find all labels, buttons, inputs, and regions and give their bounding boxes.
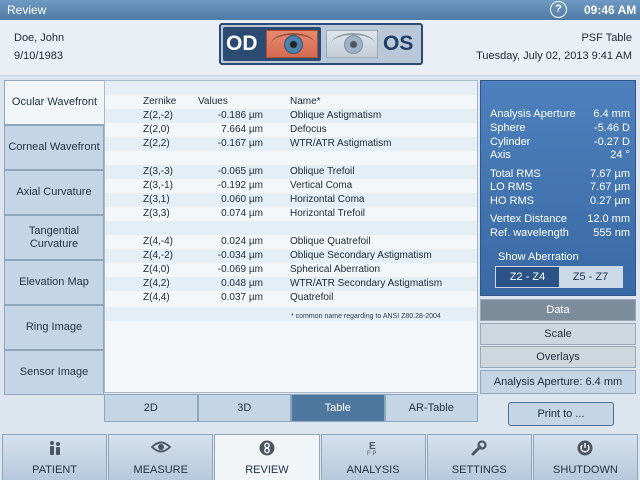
nav-patient[interactable]: PATIENT [2, 434, 108, 480]
help-icon[interactable]: ? [550, 1, 567, 18]
analysis-panel: Analysis Aperture 6.4 mm Sphere -5.46 D Cy… [480, 80, 636, 296]
tab-ring-image[interactable]: Ring Image [4, 305, 104, 350]
review-icon [215, 440, 318, 461]
header-values: Values [198, 96, 228, 107]
tab-elevation-map[interactable]: Elevation Map [4, 260, 104, 305]
table-row: Z(3,3) 0.074 µm Horizontal Trefoil [143, 208, 366, 219]
od-label: OD [226, 32, 258, 55]
od-iris-icon [284, 35, 303, 54]
title-bar: Review ? 09:46 AM [0, 0, 640, 20]
analysis-row: LO RMS 7.67 µm [490, 181, 630, 193]
data-button[interactable]: Data [480, 299, 636, 321]
patient-header: Doe, John 9/10/1983 OD OS PSF Table Tues… [0, 20, 640, 76]
header-zernike: Zernike [143, 96, 177, 107]
tab-3d[interactable]: 3D [197, 394, 291, 422]
table-row: Z(2,-2) -0.186 µm Oblique Astigmatism [105, 109, 477, 123]
analysis-row: Ref. wavelength 555 nm [490, 227, 630, 239]
analysis-row: Axis 24 ° [490, 149, 630, 161]
nav-settings[interactable]: SETTINGS [426, 434, 532, 480]
table-row: Z(3,1) 0.060 µm Horizontal Coma [105, 193, 477, 207]
aperture-info: Analysis Aperture: 6.4 mm [480, 370, 636, 394]
os-eye-image [326, 30, 378, 58]
view-type: PSF Table [581, 32, 632, 44]
eye-chart-icon: EF P [322, 440, 425, 461]
analysis-row: Analysis Aperture 6.4 mm [490, 108, 630, 120]
aberration-z5-z7-button[interactable]: Z5 - Z7 [559, 267, 622, 287]
tab-sensor-image[interactable]: Sensor Image [4, 350, 104, 395]
main-nav: PATIENT MEASURE REVIEW EF P ANALYSIS SET… [0, 434, 640, 480]
os-label: OS [383, 32, 414, 55]
od-eye-button[interactable]: OD [223, 27, 321, 61]
table-row: Z(3,-3) -0.065 µm Oblique Trefoil [105, 165, 477, 179]
zernike-table: Zernike Values Name* Z(2,-2) -0.186 µm O… [104, 80, 478, 393]
patient-dob: 9/10/1983 [14, 50, 63, 62]
nav-shutdown[interactable]: SHUTDOWN [532, 434, 639, 480]
table-row: Z(4,4) 0.037 µm Quatrefoil [143, 292, 334, 303]
view-tabs: 2D 3D Table AR-Table [104, 394, 478, 422]
analysis-row: HO RMS 0.27 µm [490, 195, 630, 207]
tab-tangential-curvature[interactable]: Tangential Curvature [4, 215, 104, 260]
table-footnote: * common name regarding to ANSI Z80.28-2… [291, 313, 441, 320]
tab-ocular-wavefront[interactable]: Ocular Wavefront [4, 80, 104, 125]
show-aberration-label: Show Aberration [498, 251, 579, 263]
table-row: Z(2,2) -0.167 µm WTR/ATR Astigmatism [105, 137, 477, 151]
analysis-row: Sphere -5.46 D [490, 122, 630, 134]
exam-datetime: Tuesday, July 02, 2013 9:41 AM [476, 50, 632, 62]
table-header: Zernike Values Name* [105, 95, 477, 109]
eye-icon [109, 440, 212, 459]
od-eye-image [266, 30, 318, 58]
analysis-row: Vertex Distance 12.0 mm [490, 213, 630, 225]
window-title: Review [7, 3, 47, 17]
tab-2d[interactable]: 2D [104, 394, 198, 422]
map-tabs: Ocular Wavefront Corneal Wavefront Axial… [4, 80, 104, 395]
print-button[interactable]: Print to ... [508, 402, 614, 426]
analysis-row: Total RMS 7.67 µm [490, 168, 630, 180]
patient-icon [3, 440, 106, 461]
table-row: Z(4,-2) -0.034 µm Oblique Secondary Asti… [105, 249, 477, 263]
table-row: Z(2,0) 7.664 µm Defocus [143, 124, 327, 135]
header-name: Name* [290, 96, 321, 107]
tab-table[interactable]: Table [291, 394, 385, 422]
scale-button[interactable]: Scale [480, 323, 636, 345]
aberration-toggle: Z2 - Z4 Z5 - Z7 [495, 266, 623, 288]
wrench-icon [428, 440, 531, 461]
analysis-row: Cylinder -0.27 D [490, 136, 630, 148]
patient-name: Doe, John [14, 32, 65, 44]
tab-corneal-wavefront[interactable]: Corneal Wavefront [4, 125, 104, 170]
os-eye-button[interactable]: OS [323, 27, 421, 61]
table-row: Z(3,-1) -0.192 µm Vertical Coma [143, 180, 353, 191]
table-row: Z(4,2) 0.048 µm WTR/ATR Secondary Astigm… [105, 277, 477, 291]
nav-measure[interactable]: MEASURE [108, 434, 214, 480]
nav-analysis[interactable]: EF P ANALYSIS [320, 434, 426, 480]
table-row: Z(4,-4) 0.024 µm Oblique Quatrefoil [143, 236, 371, 247]
tab-axial-curvature[interactable]: Axial Curvature [4, 170, 104, 215]
power-icon [534, 440, 637, 461]
aberration-z2-z4-button[interactable]: Z2 - Z4 [496, 267, 559, 287]
os-iris-icon [344, 35, 363, 54]
clock: 09:46 AM [584, 3, 637, 17]
svg-text:F P: F P [367, 451, 376, 456]
eye-selector: OD OS [219, 23, 423, 65]
nav-review[interactable]: REVIEW [214, 434, 320, 480]
table-row: Z(4,0) -0.069 µm Spherical Aberration [143, 264, 381, 275]
tab-ar-table[interactable]: AR-Table [384, 394, 478, 422]
overlays-button[interactable]: Overlays [480, 346, 636, 368]
